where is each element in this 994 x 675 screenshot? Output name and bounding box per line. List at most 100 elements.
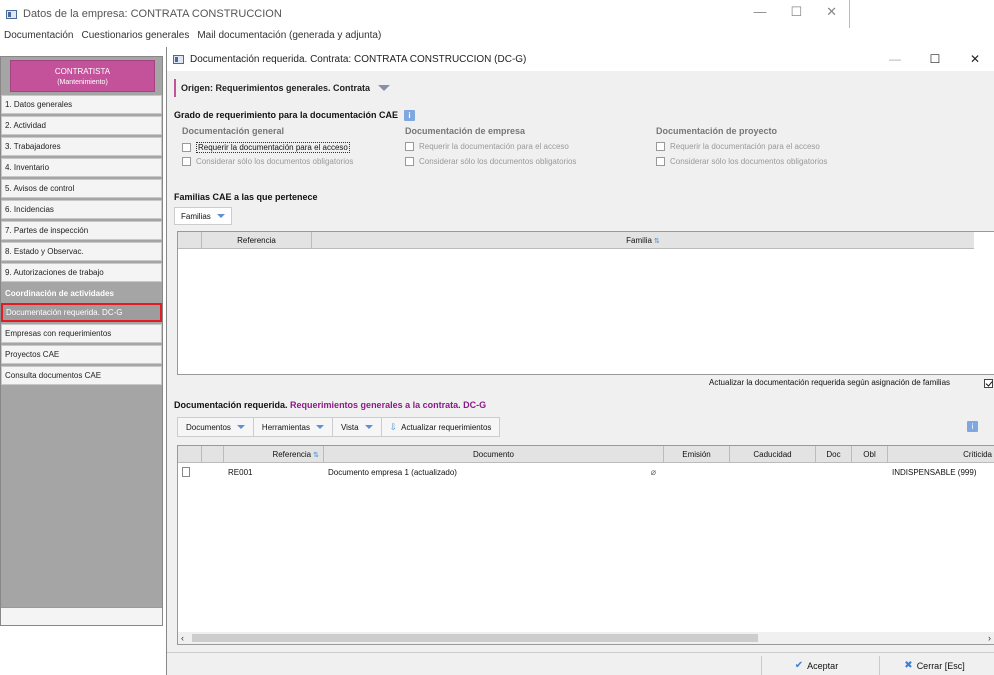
cell-referencia: RE001 [228, 468, 253, 477]
scroll-right-icon[interactable]: › [988, 632, 991, 644]
vista-menu-button[interactable]: Vista [332, 418, 382, 436]
col-header-doc-referencia-label: Referencia [272, 450, 312, 459]
chk-general-requerir[interactable]: Requerir la documentación para el acceso [182, 142, 350, 153]
familias-button[interactable]: Familias [174, 207, 232, 225]
chk-empresa-obligatorios[interactable]: Considerar sólo los documentos obligator… [405, 157, 576, 166]
sidebar-header-title: CONTRATISTA [54, 67, 111, 76]
sidebar-item-inventario[interactable]: 4. Inventario [1, 158, 162, 177]
col-header-emision[interactable]: Emisión [664, 446, 730, 463]
close-icon[interactable]: ✕ [826, 4, 837, 20]
vista-label: Vista [340, 422, 359, 432]
docreq-info-icon[interactable]: i [967, 421, 978, 432]
sidebar-item-empresas[interactable]: Empresas con requerimientos [1, 324, 162, 343]
background-window-controls: — ☐ ✕ [753, 4, 837, 20]
herramientas-label: Herramientas [261, 422, 310, 432]
dialog-minimize-icon[interactable]: — [875, 47, 915, 71]
background-window-titlebar: Datos de la empresa: CONTRATA CONSTRUCCI… [0, 0, 850, 28]
cell-doc [816, 464, 852, 481]
scrollbar-thumb[interactable] [192, 634, 758, 642]
actualizar-requerimientos-button[interactable]: ⇩ Actualizar requerimientos [381, 418, 500, 436]
menu-cuestionarios[interactable]: Cuestionarios generales [81, 30, 189, 41]
docs-grid[interactable]: Referencia ⇅ Documento Emisión Caducidad … [177, 445, 994, 645]
menu-documentacion[interactable]: Documentación [4, 30, 73, 41]
col-header-familia[interactable]: Familia ⇅ [312, 232, 974, 249]
sidebar-item-documentacion-requerida[interactable]: Documentación requerida. DC-G [1, 303, 162, 322]
sidebar-item-actividad[interactable]: 2. Actividad [1, 116, 162, 135]
chk-empresa-requerir[interactable]: Requerir la documentación para el acceso [405, 142, 569, 151]
info-icon[interactable]: i [404, 110, 416, 122]
cell-emision [664, 464, 730, 481]
chevron-down-icon [236, 425, 245, 429]
dialog-titlebar: Documentación requerida. Contrata: CONTR… [167, 47, 994, 71]
table-row[interactable]: RE001 Documento empresa 1 (actualizado) … [178, 464, 994, 481]
dialog-maximize-icon[interactable]: ☐ [915, 47, 955, 71]
sidebar-item-trabajadores[interactable]: 3. Trabajadores [1, 137, 162, 156]
familias-grid[interactable]: Referencia Familia ⇅ [177, 231, 994, 375]
sidebar-item-datos-generales[interactable]: 1. Datos generales [1, 95, 162, 114]
sidebar-item-estado[interactable]: 8. Estado y Observac. [1, 242, 162, 261]
chk-proyecto-obligatorios[interactable]: Considerar sólo los documentos obligator… [656, 157, 827, 166]
chk-proyecto-requerir-label: Requerir la documentación para el acceso [670, 142, 820, 151]
checkbox-icon[interactable] [182, 143, 191, 152]
origin-dropdown-icon[interactable] [378, 85, 391, 91]
chk-empresa-requerir-label: Requerir la documentación para el acceso [419, 142, 569, 151]
col-header-obl[interactable]: Obl [852, 446, 888, 463]
scroll-left-icon[interactable]: ‹ [181, 632, 184, 644]
chk-general-requerir-label: Requerir la documentación para el acceso [196, 142, 350, 153]
menu-mail[interactable]: Mail documentación (generada y adjunta) [197, 30, 381, 41]
documentacion-dialog: Documentación requerida. Contrata: CONTR… [166, 47, 994, 675]
dialog-close-icon[interactable]: ✕ [955, 47, 994, 71]
familias-grid-header: Referencia Familia ⇅ [178, 232, 974, 249]
download-icon: ⇩ [389, 421, 398, 432]
actualizar-familias-checkbox[interactable] [984, 379, 993, 388]
paperclip-icon[interactable]: ⌀ [651, 464, 656, 481]
grado-section-title: Grado de requerimiento para la documenta… [174, 110, 416, 122]
origin-selector[interactable]: Origen: Requerimientos generales. Contra… [174, 79, 391, 97]
checkbox-icon[interactable] [405, 142, 414, 151]
documentos-label: Documentos [186, 422, 231, 432]
herramientas-menu-button[interactable]: Herramientas [253, 418, 333, 436]
actualizar-requerimientos-label: Actualizar requerimientos [401, 422, 492, 432]
sidebar-item-incidencias[interactable]: 6. Incidencias [1, 200, 162, 219]
minimize-icon[interactable]: — [753, 4, 766, 20]
sidebar-item-avisos[interactable]: 5. Avisos de control [1, 179, 162, 198]
col-header-doc[interactable]: Doc [816, 446, 852, 463]
cerrar-button[interactable]: ✖ Cerrar [Esc] [879, 656, 989, 675]
col-documentacion-general: Documentación general [182, 126, 285, 136]
chk-general-obligatorios[interactable]: Considerar sólo los documentos obligator… [182, 157, 353, 166]
checkbox-icon[interactable] [656, 142, 665, 151]
sidebar-header[interactable]: CONTRATISTA (Mantenimiento) [10, 60, 155, 92]
chk-proyecto-requerir[interactable]: Requerir la documentación para el acceso [656, 142, 820, 151]
sidebar-item-partes[interactable]: 7. Partes de inspección [1, 221, 162, 240]
maximize-icon[interactable]: ☐ [790, 4, 802, 20]
actualizar-familias-label: Actualizar la documentación requerida se… [709, 378, 951, 387]
chevron-down-icon [216, 214, 225, 218]
checkbox-icon[interactable] [182, 157, 191, 166]
background-window-title: Datos de la empresa: CONTRATA CONSTRUCCI… [23, 8, 282, 20]
row-empty-cell [202, 464, 224, 481]
checkbox-icon[interactable] [405, 157, 414, 166]
sidebar-item-autorizaciones[interactable]: 9. Autorizaciones de trabajo [1, 263, 162, 282]
aceptar-button[interactable]: ✔ Aceptar [761, 656, 871, 675]
col-header-caducidad[interactable]: Caducidad [730, 446, 816, 463]
cell-obl [852, 464, 888, 481]
checkbox-icon[interactable] [656, 157, 665, 166]
familias-grid-corner [178, 232, 202, 249]
horizontal-scrollbar[interactable]: ‹ › [178, 632, 994, 644]
col-header-documento[interactable]: Documento [324, 446, 664, 463]
col-header-doc-referencia[interactable]: Referencia ⇅ [224, 446, 324, 463]
cerrar-label: Cerrar [Esc] [916, 660, 965, 671]
familias-button-label: Familias [181, 211, 211, 221]
documentos-menu-button[interactable]: Documentos [178, 418, 254, 436]
aceptar-label: Aceptar [807, 660, 839, 671]
background-menubar: Documentación Cuestionarios generales Ma… [0, 28, 850, 43]
docreq-title-b: Requerimientos generales a la contrata. … [290, 400, 487, 410]
col-documentacion-empresa: Documentación de empresa [405, 126, 526, 136]
dialog-button-bar: ✔ Aceptar ✖ Cerrar [Esc] [167, 652, 994, 675]
col-header-referencia[interactable]: Referencia [202, 232, 312, 249]
sidebar-item-proyectos[interactable]: Proyectos CAE [1, 345, 162, 364]
sidebar-item-consulta[interactable]: Consulta documentos CAE [1, 366, 162, 385]
col-header-criticidad[interactable]: Criticida [888, 446, 994, 463]
docs-grid-corner-2 [202, 446, 224, 463]
sidebar-section-coordinacion: Coordinación de actividades [1, 284, 162, 303]
